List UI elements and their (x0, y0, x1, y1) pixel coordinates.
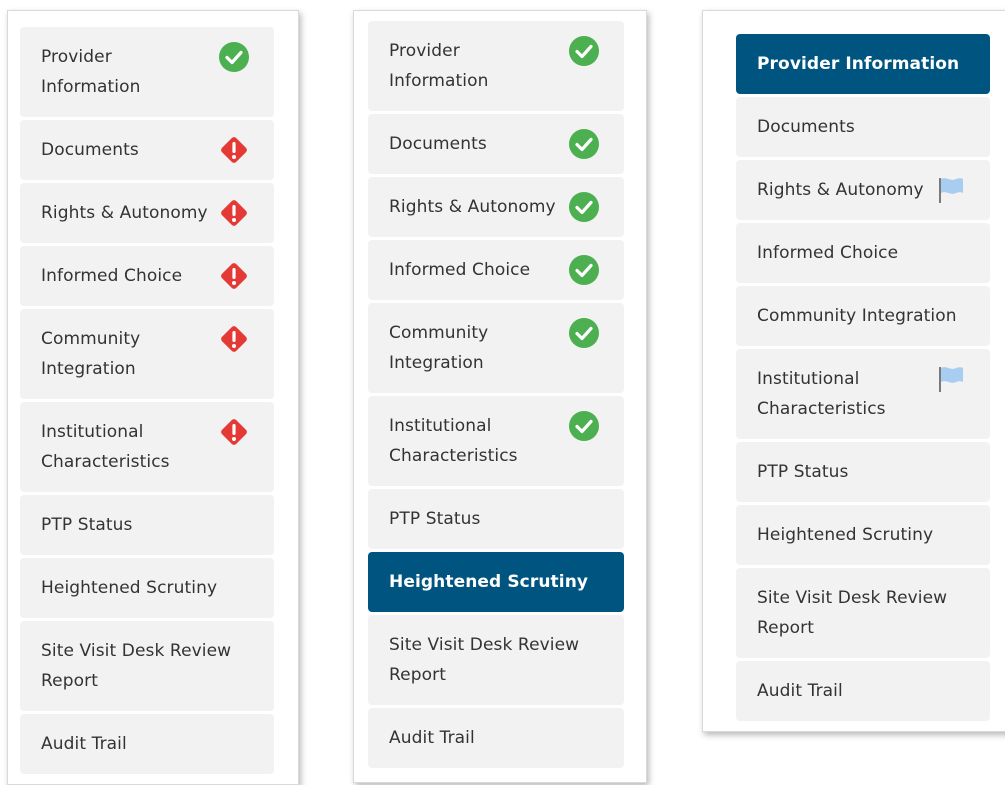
nav-item-audit-trail[interactable]: Audit Trail (736, 661, 990, 721)
nav-item-label: Rights & Autonomy (389, 197, 556, 217)
nav-item-label: Site Visit Desk Review Report (757, 588, 948, 638)
nav-item-label: Provider Information (389, 41, 489, 91)
nav-item-heightened-scrutiny[interactable]: Heightened Scrutiny (20, 558, 274, 618)
nav-item-label: Heightened Scrutiny (41, 578, 218, 598)
nav-panel-1: Provider Information Documents Rights & … (7, 10, 299, 785)
nav-item-label: Informed Choice (757, 243, 899, 263)
nav-item-rights-autonomy[interactable]: Rights & Autonomy (20, 183, 274, 243)
nav-item-informed-choice[interactable]: Informed Choice (20, 246, 274, 306)
nav-item-label: Audit Trail (41, 734, 127, 754)
exclamation-diamond-icon (221, 419, 247, 445)
nav-item-label: Provider Information (41, 47, 141, 97)
nav-item-label: Informed Choice (41, 266, 183, 286)
nav-item-site-visit-desk-review-report[interactable]: Site Visit Desk Review Report (736, 568, 990, 658)
nav-item-community-integration[interactable]: Community Integration (20, 309, 274, 399)
nav-item-label: Community Integration (757, 306, 957, 326)
nav-item-label: Documents (757, 117, 855, 137)
check-circle-icon (569, 255, 599, 285)
nav-item-label: Site Visit Desk Review Report (389, 635, 580, 685)
nav-item-label: Site Visit Desk Review Report (41, 641, 232, 691)
nav-item-label: Rights & Autonomy (41, 203, 208, 223)
nav-item-label: Institutional Characteristics (41, 422, 170, 472)
exclamation-diamond-icon (221, 263, 247, 289)
nav-item-label: Community Integration (389, 323, 489, 373)
nav-item-label: Documents (389, 134, 487, 154)
nav-item-site-visit-desk-review-report[interactable]: Site Visit Desk Review Report (368, 615, 624, 705)
nav-item-label: Institutional Characteristics (389, 416, 518, 466)
nav-item-documents[interactable]: Documents (20, 120, 274, 180)
nav-item-institutional-characteristics[interactable]: Institutional Characteristics (736, 349, 990, 439)
nav-item-institutional-characteristics[interactable]: Institutional Characteristics (368, 396, 624, 486)
nav-item-heightened-scrutiny[interactable]: Heightened Scrutiny (736, 505, 990, 565)
nav-item-provider-information[interactable]: Provider Information (736, 34, 990, 94)
exclamation-diamond-icon (221, 137, 247, 163)
nav-item-ptp-status[interactable]: PTP Status (368, 489, 624, 549)
nav-item-label: PTP Status (389, 509, 481, 529)
nav-item-ptp-status[interactable]: PTP Status (20, 495, 274, 555)
check-circle-icon (569, 318, 599, 348)
nav-item-label: Provider Information (757, 54, 960, 74)
nav-item-audit-trail[interactable]: Audit Trail (368, 708, 624, 768)
nav-item-heightened-scrutiny[interactable]: Heightened Scrutiny (368, 552, 624, 612)
nav-panel-3: Provider Information Documents Rights & … (702, 10, 1005, 732)
nav-item-institutional-characteristics[interactable]: Institutional Characteristics (20, 402, 274, 492)
nav-item-ptp-status[interactable]: PTP Status (736, 442, 990, 502)
nav-item-audit-trail[interactable]: Audit Trail (20, 714, 274, 774)
nav-item-label: Institutional Characteristics (757, 369, 886, 419)
check-circle-icon (569, 192, 599, 222)
exclamation-diamond-icon (221, 200, 247, 226)
check-circle-icon (569, 411, 599, 441)
exclamation-diamond-icon (221, 326, 247, 352)
nav-item-informed-choice[interactable]: Informed Choice (368, 240, 624, 300)
nav-panel-2: Provider Information Documents Rights & … (353, 10, 647, 783)
flag-icon (939, 367, 963, 392)
nav-item-label: Documents (41, 140, 139, 160)
nav-item-label: PTP Status (757, 462, 849, 482)
nav-item-rights-autonomy[interactable]: Rights & Autonomy (736, 160, 990, 220)
nav-item-label: Audit Trail (389, 728, 475, 748)
nav-item-community-integration[interactable]: Community Integration (368, 303, 624, 393)
nav-item-rights-autonomy[interactable]: Rights & Autonomy (368, 177, 624, 237)
nav-item-label: Informed Choice (389, 260, 531, 280)
check-circle-icon (569, 129, 599, 159)
nav-item-documents[interactable]: Documents (368, 114, 624, 174)
check-circle-icon (219, 42, 249, 72)
nav-item-provider-information[interactable]: Provider Information (368, 21, 624, 111)
nav-item-documents[interactable]: Documents (736, 97, 990, 157)
nav-item-label: PTP Status (41, 515, 133, 535)
nav-item-site-visit-desk-review-report[interactable]: Site Visit Desk Review Report (20, 621, 274, 711)
nav-item-label: Heightened Scrutiny (757, 525, 934, 545)
nav-item-label: Heightened Scrutiny (389, 572, 589, 592)
nav-item-community-integration[interactable]: Community Integration (736, 286, 990, 346)
nav-item-label: Rights & Autonomy (757, 180, 924, 200)
nav-item-label: Audit Trail (757, 681, 843, 701)
flag-icon (939, 178, 963, 203)
check-circle-icon (569, 36, 599, 66)
nav-item-label: Community Integration (41, 329, 141, 379)
nav-item-provider-information[interactable]: Provider Information (20, 27, 274, 117)
nav-item-informed-choice[interactable]: Informed Choice (736, 223, 990, 283)
